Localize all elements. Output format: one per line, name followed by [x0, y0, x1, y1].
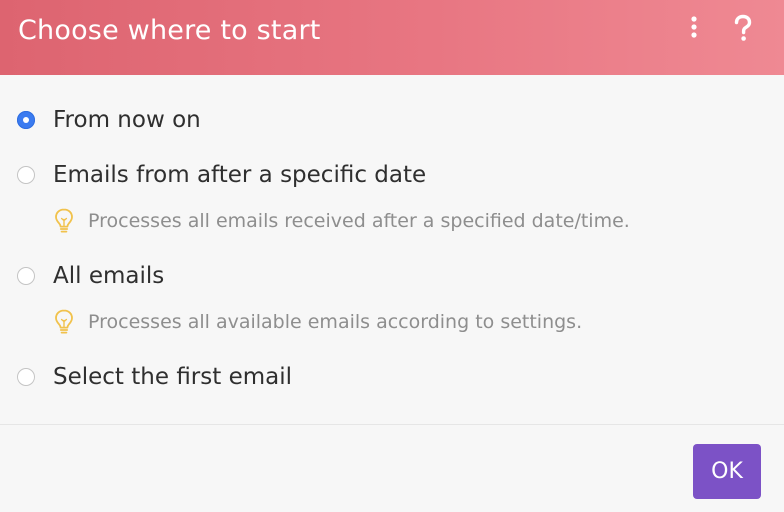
option-label: From now on: [53, 107, 201, 133]
lightbulb-icon: [55, 309, 73, 334]
hint-all-emails: Processes all available emails according…: [54, 309, 582, 335]
help-button[interactable]: [728, 14, 758, 46]
option-from-now-on[interactable]: From now on: [17, 105, 201, 135]
question-mark-icon: [734, 14, 752, 41]
option-all-emails[interactable]: All emails: [17, 261, 164, 291]
option-label: Emails from after a specific date: [53, 162, 427, 188]
ok-button[interactable]: OK: [693, 444, 761, 499]
dialog-body: From now on Emails from after a specific…: [0, 75, 784, 424]
radio-select-first-email[interactable]: [17, 368, 35, 386]
choose-start-dialog: Choose where to start From now on Emails…: [0, 0, 784, 512]
dialog-header: Choose where to start: [0, 0, 784, 75]
lightbulb-icon: [55, 208, 73, 233]
option-label: All emails: [53, 263, 165, 289]
radio-from-now-on[interactable]: [17, 111, 35, 129]
hint-text: Processes all emails received after a sp…: [88, 210, 630, 232]
kebab-menu-icon: [691, 16, 697, 38]
footer-divider: [0, 424, 784, 425]
radio-all-emails[interactable]: [17, 267, 35, 285]
hint-text: Processes all available emails according…: [88, 311, 583, 333]
hint-after-specific-date: Processes all emails received after a sp…: [54, 208, 630, 234]
option-label: Select the first email: [53, 364, 293, 390]
option-after-specific-date[interactable]: Emails from after a specific date: [17, 160, 426, 190]
dialog-title: Choose where to start: [18, 15, 321, 46]
radio-after-specific-date[interactable]: [17, 166, 35, 184]
more-options-button[interactable]: [679, 14, 709, 46]
option-select-first-email[interactable]: Select the first email: [17, 362, 292, 392]
